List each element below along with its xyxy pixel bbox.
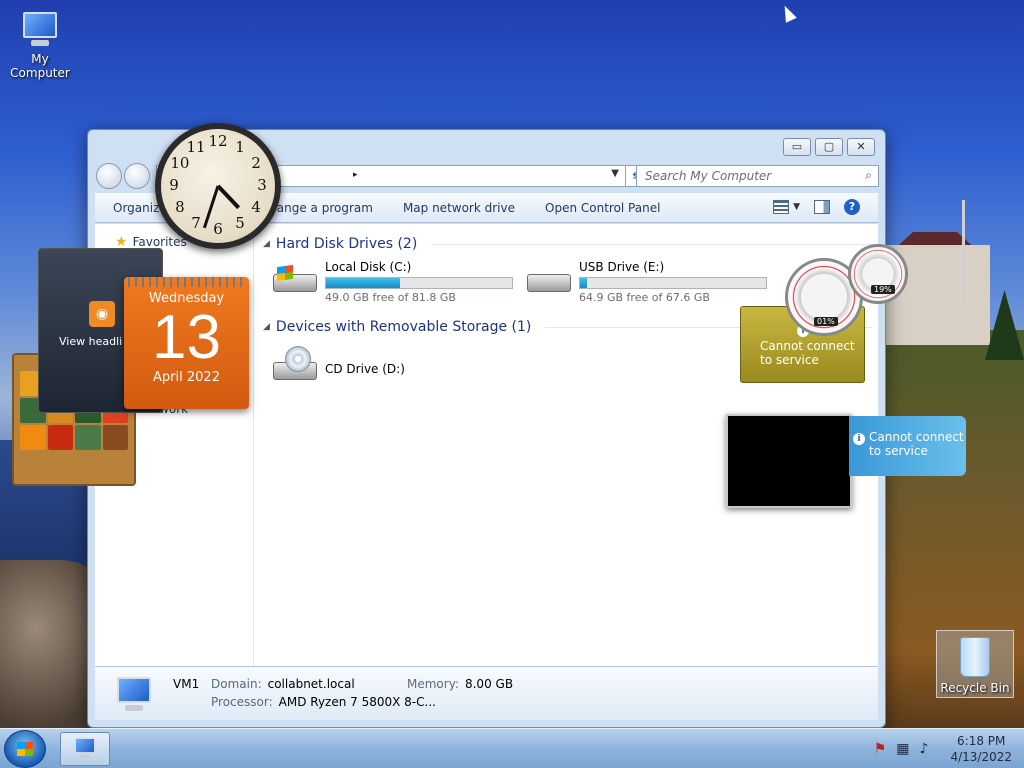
help-icon[interactable]: ? (844, 199, 860, 215)
nav-favorites-label: Favorites (132, 235, 187, 249)
computer-name: VM1 (173, 677, 200, 691)
wallpaper-tree (985, 290, 1024, 360)
preview-pane-icon[interactable] (814, 200, 830, 214)
memory-usage-value: 19% (871, 285, 895, 294)
view-dropdown-icon[interactable]: ▼ (793, 202, 800, 212)
slideshow-error-panel: i Cannot connect to service (849, 416, 966, 476)
drive-item-c[interactable]: Local Disk (C:) 49.0 GB free of 81.8 GB (273, 260, 513, 304)
system-tray: ⚑ ▦ ♪ 6:18 PM 4/13/2022 (874, 733, 1012, 765)
recycle-bin-icon (960, 637, 990, 677)
back-button[interactable] (96, 163, 122, 189)
drive-name: CD Drive (D:) (325, 362, 405, 376)
clock-numeral: 10 (170, 154, 190, 172)
details-domain: Domain: collabnet.local (211, 677, 355, 691)
clock-numeral: 8 (175, 198, 185, 216)
maximize-button[interactable]: ▢ (815, 138, 843, 156)
drive-usage-bar (579, 277, 767, 289)
desktop-icon-label: My Computer (10, 52, 70, 80)
volume-icon[interactable]: ♪ (920, 741, 929, 757)
search-placeholder: Search My Computer (645, 169, 772, 183)
drive-item-d[interactable]: CD Drive (D:) (273, 346, 405, 384)
tray-date: 4/13/2022 (950, 750, 1012, 764)
change-view-icon[interactable] (773, 200, 790, 214)
drive-free-space: 49.0 GB free of 81.8 GB (325, 291, 456, 304)
desktop-icon-my-computer[interactable]: My Computer (0, 10, 80, 80)
clock-numeral: 6 (213, 220, 223, 238)
weather-error-text: Cannot connect to service (760, 339, 855, 367)
start-button[interactable] (4, 730, 46, 768)
clock-numeral: 5 (235, 214, 245, 233)
slideshow-error-text: Cannot connect to service (869, 430, 964, 458)
clock-hour-hand (216, 184, 241, 210)
clock-numeral: 3 (257, 176, 267, 194)
window-controls: ▭ ▢ ✕ (783, 138, 875, 156)
rss-icon: ◉ (89, 301, 115, 327)
map-network-drive-button[interactable]: Map network drive (403, 201, 515, 215)
clock-numeral: 12 (208, 132, 228, 150)
uninstall-program-button[interactable]: ange a program (277, 201, 373, 215)
group-header-label: Hard Disk Drives (2) (275, 236, 418, 252)
forward-button[interactable] (124, 163, 150, 189)
action-center-icon[interactable]: ⚑ (874, 741, 887, 757)
collapse-icon[interactable]: ◢ (263, 239, 270, 249)
clock-gadget[interactable]: 12 1 2 3 4 5 6 7 8 9 10 11 (155, 123, 281, 249)
drive-name: Local Disk (C:) (325, 260, 412, 274)
clock-display[interactable]: 6:18 PM 4/13/2022 (950, 733, 1012, 765)
windows-logo-icon (17, 742, 33, 756)
wallpaper-pole (962, 200, 965, 300)
computer-icon (72, 737, 97, 760)
tray-time: 6:18 PM (957, 734, 1006, 748)
memory-meter-dial: 19% (848, 244, 908, 304)
drive-name: USB Drive (E:) (579, 260, 665, 274)
calendar-rings (128, 277, 245, 287)
group-header-hard-disk[interactable]: ◢ Hard Disk Drives (2) (263, 236, 873, 252)
drive-item-e[interactable]: USB Drive (E:) 64.9 GB free of 67.6 GB (527, 260, 767, 304)
desktop-icon-label: Recycle Bin (940, 681, 1010, 695)
clock-numeral: 9 (169, 176, 179, 194)
toolbar-right-group: ▼ ? (773, 199, 860, 215)
close-button[interactable]: ✕ (847, 138, 875, 156)
cd-drive-icon (273, 346, 319, 384)
network-icon[interactable]: ▦ (896, 741, 909, 757)
details-memory: Memory: 8.00 GB (407, 677, 514, 691)
search-input[interactable]: Search My Computer ⌕ (636, 165, 879, 187)
drive-free-space: 64.9 GB free of 67.6 GB (579, 291, 710, 304)
clock-numeral: 11 (186, 137, 206, 156)
minimize-button[interactable]: ▭ (783, 138, 811, 156)
slideshow-gadget[interactable] (726, 414, 852, 508)
address-dropdown-icon[interactable]: ▼ (611, 168, 619, 179)
cpu-usage-value: 01% (814, 317, 838, 326)
drive-usage-fill (326, 278, 401, 288)
calendar-gadget[interactable]: Wednesday 13 April 2022 (124, 277, 249, 409)
collapse-icon[interactable]: ◢ (263, 322, 270, 332)
calendar-day: 13 (152, 303, 221, 372)
details-processor: Processor: AMD Ryzen 7 5800X 8-C... (211, 695, 436, 709)
drive-usage-bar (325, 277, 513, 289)
mouse-cursor (779, 3, 797, 23)
computer-icon (113, 675, 155, 713)
desktop-icon-recycle-bin[interactable]: Recycle Bin (936, 630, 1014, 698)
taskbar-explorer-button[interactable] (60, 732, 110, 766)
info-icon: i (853, 433, 865, 445)
clock-numeral: 7 (191, 214, 201, 233)
hard-disk-icon (273, 264, 319, 296)
taskbar: ⚑ ▦ ♪ 6:18 PM 4/13/2022 (0, 728, 1024, 768)
usb-drive-icon (527, 266, 573, 296)
clock-numeral: 2 (251, 154, 261, 172)
calendar-month: April 2022 (153, 370, 220, 385)
group-header-label: Devices with Removable Storage (1) (275, 319, 532, 335)
search-icon[interactable]: ⌕ (865, 168, 872, 183)
address-chevron-icon[interactable]: ▸ (353, 170, 358, 180)
details-pane: VM1 Domain: collabnet.local Memory: 8.00 G… (95, 666, 878, 720)
open-control-panel-button[interactable]: Open Control Panel (545, 201, 660, 215)
drive-usage-fill (580, 278, 588, 288)
feed-view-headlines[interactable]: View headli (59, 335, 122, 348)
computer-icon (19, 10, 61, 48)
